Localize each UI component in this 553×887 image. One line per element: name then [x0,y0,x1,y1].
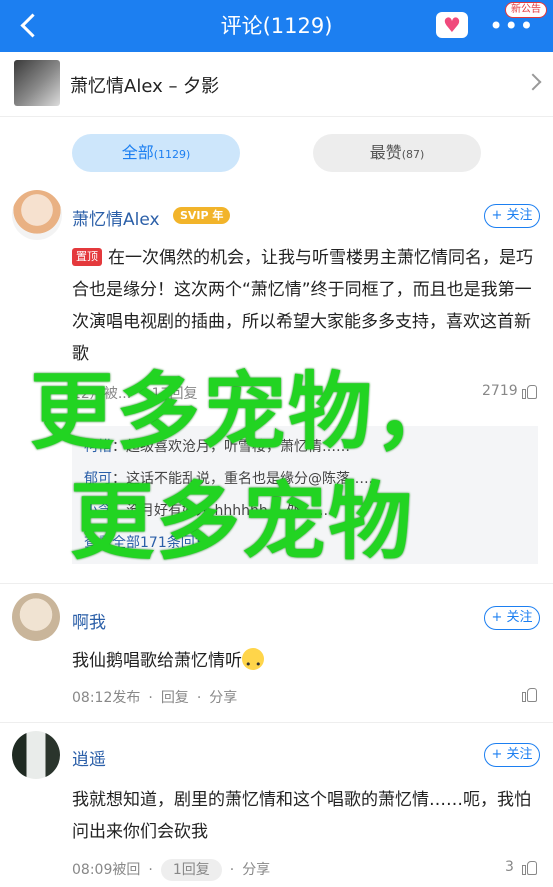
chevron-right-icon [524,73,542,91]
comment-time: 08:12发布 [72,690,141,706]
svip-badge: SVIP 年 [173,207,231,224]
overlay-text-line2: 更多宠物 [70,473,415,571]
avatar[interactable] [12,731,60,779]
comment-username[interactable]: 逍遥 [72,745,106,770]
tab-top[interactable]: 最赞(87) [313,134,481,172]
heart-icon[interactable]: ♥ [436,12,468,38]
divider [0,583,553,584]
tab-all[interactable]: 全部(1129) [72,134,240,172]
comment-text: 我仙鹅唱歌给萧忆情听 [72,645,538,681]
pinned-badge: 置顶 [72,248,102,266]
comment-tabs: 全部(1129) 最赞(87) [0,117,553,182]
thumbs-up-icon[interactable] [522,686,537,702]
notice-badge[interactable]: 新公告 [505,2,547,18]
overlay-text-line1: 更多宠物， [30,363,461,461]
comment-meta: 08:09被回 · 1回复 · 分享 [72,859,270,881]
divider [0,722,553,723]
follow-button[interactable]: + 关注 [484,606,540,630]
song-info-bar[interactable]: 萧忆情Alex – 夕影 [0,52,553,117]
comment-username[interactable]: 啊我 [72,608,106,633]
thumbs-up-icon[interactable] [522,383,537,399]
comment-username[interactable]: 萧忆情Alex [72,205,160,230]
emoji-icon [242,648,264,681]
follow-button[interactable]: + 关注 [484,204,540,228]
like-count: 3 [505,859,514,875]
reply-button[interactable]: 回复 [161,690,189,706]
reply-button[interactable]: 1回复 [160,859,222,881]
comment-time: 08:09被回 [72,862,141,878]
avatar[interactable] [12,593,60,641]
like-count: 2719 [482,383,518,399]
share-button[interactable]: 分享 [242,862,270,878]
comment-meta: 08:12发布 · 回复 · 分享 [72,690,238,706]
album-cover [14,60,60,106]
avatar[interactable] [12,190,62,240]
thumbs-up-icon[interactable] [522,859,537,875]
comment-text: 我就想知道，剧里的萧忆情和这个唱歌的萧忆情……呃，我怕问出来你们会砍我 [72,790,531,842]
top-bar: 评论(1129) ♥ ••• 新公告 [0,0,553,52]
follow-button[interactable]: + 关注 [484,743,540,767]
page-title: 评论(1129) [220,14,333,38]
share-button[interactable]: 分享 [209,690,237,706]
song-title: 萧忆情Alex – 夕影 [70,76,220,97]
